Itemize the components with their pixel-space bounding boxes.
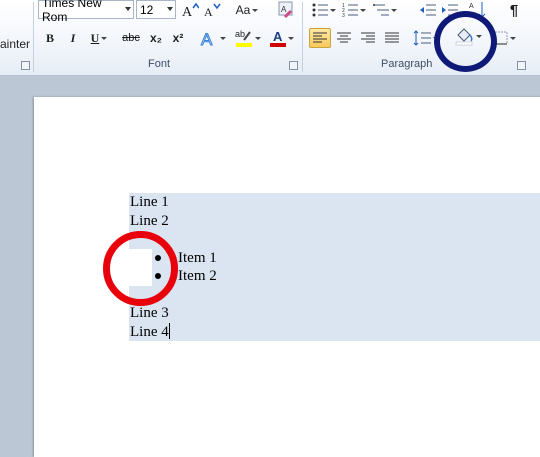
font-color-label: A — [273, 29, 283, 44]
doc-line-4[interactable]: Line 4 — [129, 322, 540, 341]
chevron-down-icon[interactable] — [510, 36, 516, 40]
shrink-font-icon: A — [204, 3, 221, 18]
clipboard-dialog-launcher[interactable] — [21, 61, 30, 70]
align-left-icon — [313, 32, 327, 43]
font-name-value: Times New Rom — [42, 0, 102, 24]
numbering-icon: 123 — [342, 3, 358, 18]
chevron-down-icon[interactable] — [360, 8, 366, 12]
font-group-label: Font — [148, 58, 171, 70]
list-item[interactable]: Item 2 — [129, 267, 540, 286]
group-separator — [33, 2, 34, 72]
text-effects-icon: A — [201, 30, 214, 48]
list-item-text: Item 2 — [178, 268, 217, 284]
change-case-button[interactable]: Aa — [232, 0, 262, 20]
svg-text:A: A — [469, 3, 474, 10]
font-dialog-launcher[interactable] — [289, 61, 298, 70]
paragraph-dialog-launcher[interactable] — [517, 61, 526, 70]
align-center-icon — [337, 32, 351, 43]
chevron-down-icon[interactable] — [220, 36, 226, 40]
font-name-combo[interactable]: Times New Rom — [38, 0, 134, 24]
decrease-indent-icon — [420, 4, 436, 16]
strikethrough-label: abc — [122, 32, 140, 44]
shrink-font-button[interactable]: A — [202, 0, 222, 20]
list-item-text: Item 1 — [178, 249, 217, 266]
chevron-down-icon[interactable] — [125, 7, 131, 11]
highlight-button[interactable]: ab — [234, 28, 262, 48]
show-hide-marks-button[interactable]: ¶ — [504, 0, 524, 20]
svg-text:A: A — [201, 30, 213, 47]
chevron-down-icon[interactable] — [167, 7, 173, 11]
doc-line-4-text: Line 4 — [130, 323, 169, 340]
red-annotation-circle — [103, 231, 178, 306]
strikethrough-button[interactable]: abc — [120, 28, 142, 48]
superscript-button[interactable]: x² — [169, 28, 187, 48]
chevron-down-icon[interactable] — [391, 8, 397, 12]
justify-button[interactable] — [381, 28, 403, 48]
align-center-button[interactable] — [333, 28, 355, 48]
align-left-button[interactable] — [309, 28, 331, 48]
subscript-button[interactable]: x₂ — [147, 28, 165, 48]
highlighter-icon — [236, 31, 252, 47]
font-size-combo[interactable]: 12 — [136, 0, 176, 19]
underline-label: U — [90, 30, 100, 45]
group-separator — [302, 2, 303, 72]
multilevel-list-button[interactable] — [372, 0, 398, 20]
svg-text:A: A — [281, 5, 287, 14]
font-size-value: 12 — [140, 2, 154, 17]
bullets-icon — [312, 3, 328, 17]
subscript-label: x₂ — [149, 31, 162, 45]
font-color-button[interactable]: A — [268, 28, 296, 48]
align-right-icon — [361, 32, 375, 43]
doc-blank-line[interactable] — [129, 285, 540, 304]
chevron-down-icon[interactable] — [330, 8, 336, 12]
doc-blank-line[interactable] — [129, 230, 540, 249]
superscript-label: x² — [172, 31, 184, 45]
underline-button[interactable]: U — [88, 28, 110, 48]
svg-text:A: A — [182, 5, 193, 18]
bold-label: B — [45, 30, 54, 45]
svg-text:3: 3 — [342, 13, 345, 18]
clear-formatting-button[interactable]: A — [276, 0, 296, 20]
align-right-button[interactable] — [357, 28, 379, 48]
numbering-button[interactable]: 123 — [341, 0, 367, 20]
grow-font-button[interactable]: A — [180, 0, 200, 20]
multilevel-list-icon — [373, 4, 389, 16]
blue-annotation-circle — [434, 11, 497, 72]
clear-formatting-icon: A — [278, 1, 293, 19]
change-case-label: Aa — [235, 3, 251, 17]
justify-icon — [385, 32, 399, 43]
chevron-down-icon[interactable] — [101, 36, 108, 40]
list-item[interactable]: Item 1 — [129, 248, 540, 267]
text-cursor — [168, 322, 170, 339]
svg-text:A: A — [204, 5, 213, 18]
doc-line-3[interactable]: Line 3 — [129, 304, 540, 323]
format-painter-label[interactable]: ainter — [0, 37, 30, 51]
chevron-down-icon[interactable] — [255, 36, 261, 40]
italic-label: I — [70, 30, 76, 45]
chevron-down-icon[interactable] — [252, 8, 259, 12]
decrease-indent-button[interactable] — [418, 0, 438, 20]
doc-line-1[interactable]: Line 1 — [129, 193, 540, 212]
pilcrow-label: ¶ — [509, 1, 519, 19]
document-body[interactable]: Line 1 Line 2 Item 1 Item 2 Line 3 Line … — [129, 193, 540, 341]
bullets-button[interactable] — [311, 0, 337, 20]
grow-font-icon: A — [182, 2, 199, 18]
bold-button[interactable]: B — [41, 28, 59, 48]
line-spacing-icon — [413, 30, 431, 46]
italic-button[interactable]: I — [64, 28, 82, 48]
text-effects-button[interactable]: A — [200, 28, 226, 48]
doc-line-2[interactable]: Line 2 — [129, 211, 540, 230]
font-color-swatch — [270, 43, 286, 47]
paragraph-group-label: Paragraph — [381, 58, 433, 70]
chevron-down-icon[interactable] — [288, 36, 294, 40]
